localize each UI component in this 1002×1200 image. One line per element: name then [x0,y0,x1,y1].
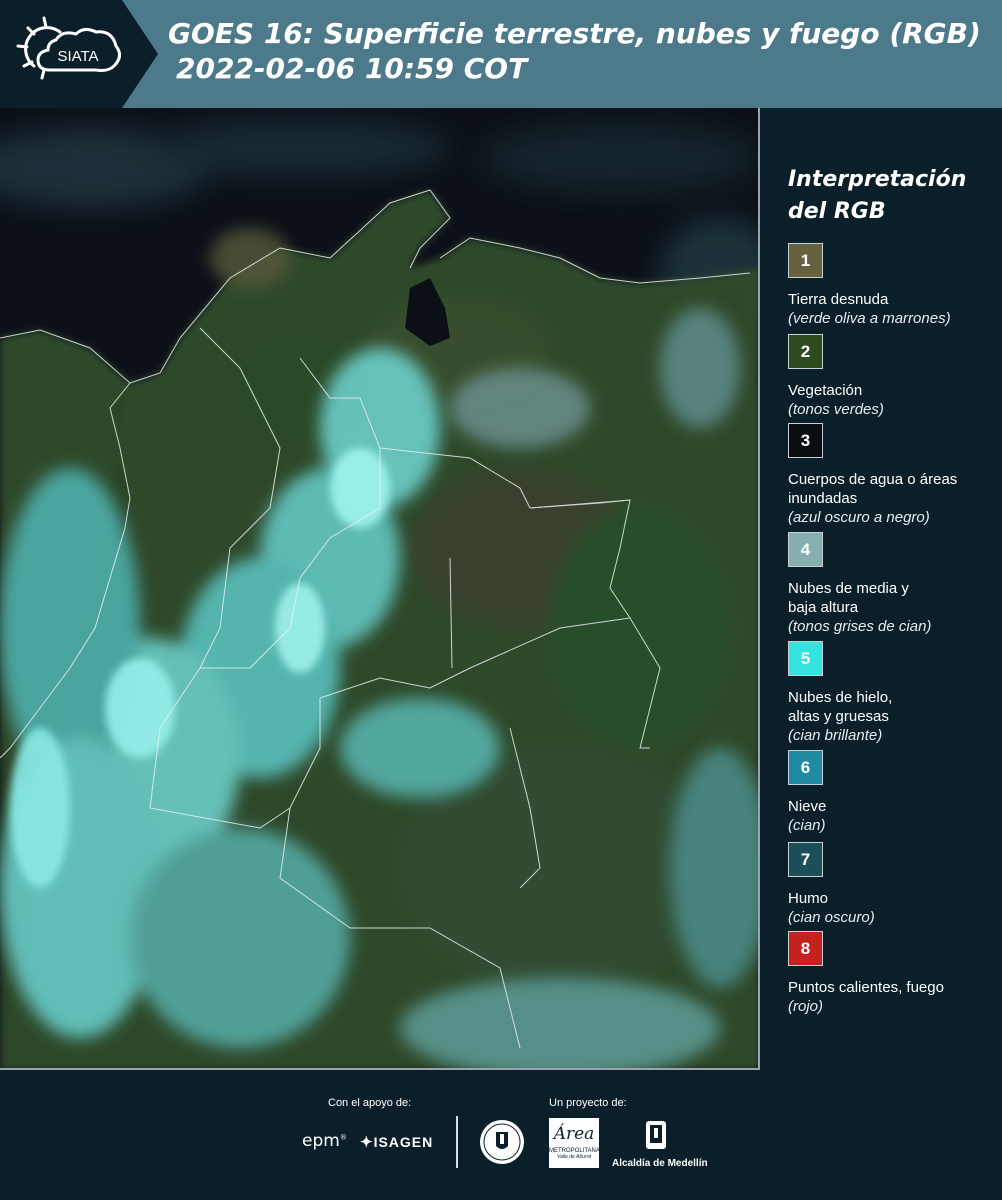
legend-swatch: 7 [788,842,823,877]
legend-item-label: Tierra desnuda [788,291,889,308]
legend-item-bare-soil: 1 Tierra desnuda (verde oliva a marrones… [788,243,998,328]
legend-item-sub: (cian) [788,817,826,834]
university-seal[interactable] [478,1118,526,1171]
page-title: GOES 16: Superficie terrestre, nubes y f… [168,16,998,86]
legend-swatch: 6 [788,750,823,785]
legend-item-vegetation: 2 Vegetación (tonos verdes) [788,334,998,419]
epm-logo[interactable]: epm® [302,1131,347,1151]
area-metropolitana-logo[interactable]: Área METROPOLITANA Valle de Aburrá [549,1118,600,1168]
siata-logo-text: SIATA [57,48,98,65]
siata-logo[interactable]: SIATA [0,0,158,108]
legend-item-label: Vegetación [788,382,863,399]
support-label: Con el apoyo de: [328,1097,412,1109]
legend-item-fire: 8 Puntos calientes, fuego (rojo) [788,931,998,1016]
legend-swatch: 1 [788,243,823,278]
legend-item-sub: (cian oscuro) [788,909,875,926]
alcaldia-medellin-logo[interactable]: Alcaldía de Medellín [612,1158,708,1169]
legend-item-water: 3 Cuerpos de agua o áreas inundadas (azu… [788,423,998,527]
legend-item-low-clouds: 4 Nubes de media y baja altura (tonos gr… [788,532,998,636]
footer-sponsors: Con el apoyo de: Un proyecto de: epm® ✦I… [0,1070,1002,1200]
legend-swatch: 8 [788,931,823,966]
legend-item-label: Nieve [788,798,827,815]
legend-item-sub: (cian brillante) [788,727,883,744]
legend-item-sub: (tonos verdes) [788,401,884,418]
title-line-datetime: 2022-02-06 10:59 COT [176,52,528,85]
rgb-legend: Interpretación del RGB 1 Tierra desnuda … [760,108,1002,1070]
legend-item-ice-clouds: 5 Nubes de hielo, altas y gruesas (cian … [788,641,998,745]
isagen-star-icon: ✦ [360,1134,374,1151]
legend-item-snow: 6 Nieve (cian) [788,750,998,835]
legend-item-sub: (verde oliva a marrones) [788,310,951,327]
legend-title: Interpretación del RGB [788,167,967,224]
legend-swatch: 3 [788,423,823,458]
project-label: Un proyecto de: [549,1097,627,1109]
legend-item-sub: (azul oscuro a negro) [788,509,930,526]
footer-divider [456,1116,458,1168]
medellin-coat-of-arms-icon [636,1119,676,1153]
legend-swatch: 5 [788,641,823,676]
legend-item-label: Cuerpos de agua o áreas inundadas [788,471,958,507]
header-banner: SIATA GOES 16: Superficie terrestre, nub… [0,0,1002,108]
legend-item-sub: (tonos grises de cian) [788,618,932,635]
legend-item-label: Nubes de hielo, altas y gruesas [788,689,893,725]
legend-item-label: Humo [788,890,829,907]
title-line-product: GOES 16: Superficie terrestre, nubes y f… [168,17,981,50]
legend-swatch: 4 [788,532,823,567]
legend-item-sub: (rojo) [788,998,824,1015]
legend-item-label: Puntos calientes, fuego [788,979,944,996]
legend-swatch: 2 [788,334,823,369]
satellite-image[interactable] [0,108,760,1070]
legend-item-label: Nubes de media y baja altura [788,580,909,616]
isagen-logo[interactable]: ✦ISAGEN [360,1133,433,1151]
legend-item-smoke: 7 Humo (cian oscuro) [788,842,998,927]
